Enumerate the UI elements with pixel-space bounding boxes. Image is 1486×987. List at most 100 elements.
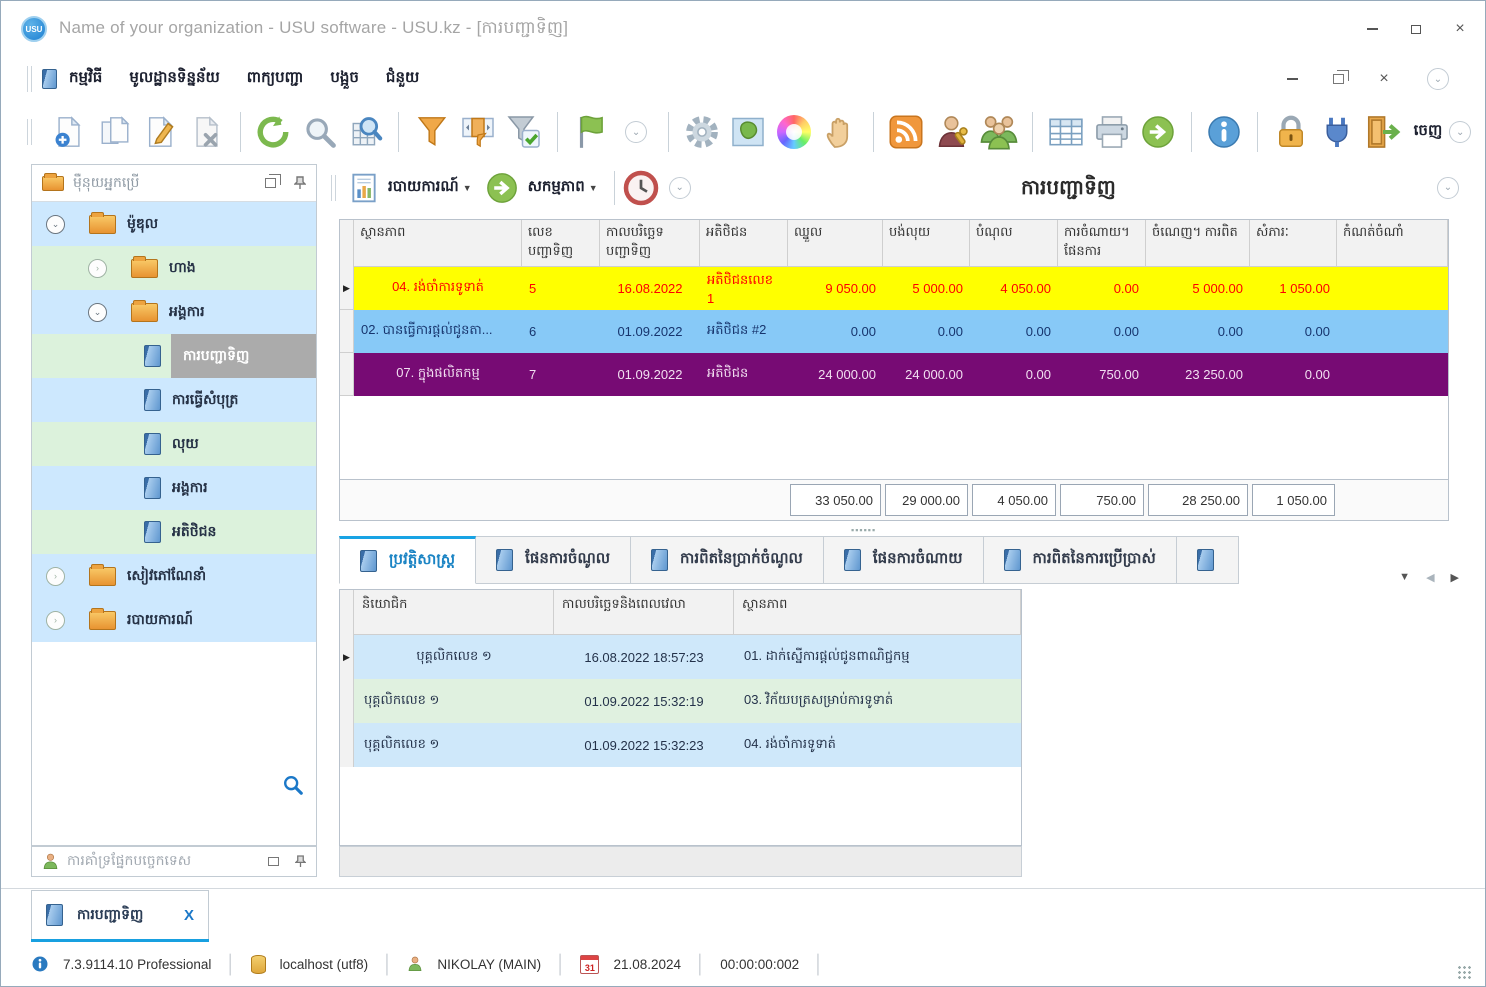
mdi-close-button[interactable]: × xyxy=(1373,70,1395,88)
expand-icon[interactable]: › xyxy=(46,566,65,586)
filter-icon[interactable] xyxy=(412,112,451,152)
report-icon[interactable] xyxy=(346,168,382,208)
pin-icon[interactable] xyxy=(295,855,306,868)
tab-income-actual[interactable]: ការពិតនៃប្រាក់ចំណូល xyxy=(631,536,824,584)
tree-item-organization[interactable]: អង្គការ xyxy=(32,466,316,510)
history-row-3[interactable]: បុគ្គលិកលេខ ១ 01.09.2022 15:32:23 04. រង… xyxy=(340,723,1021,767)
resize-grip[interactable] xyxy=(1457,965,1471,979)
lock-icon[interactable] xyxy=(1271,112,1310,152)
maximize-button[interactable] xyxy=(1405,20,1427,38)
column-header[interactable]: អតិថិជន xyxy=(700,220,788,267)
pin-icon[interactable] xyxy=(294,176,306,190)
column-header[interactable]: និយោជិក xyxy=(354,590,554,635)
panel-window-icon[interactable] xyxy=(268,857,279,866)
tab-list-dropdown[interactable]: ▼ xyxy=(1399,571,1410,583)
exit-label[interactable]: ចេញ xyxy=(1414,121,1443,143)
tree-item-orders[interactable]: ការបញ្ជាទិញ xyxy=(32,334,316,378)
reports-dropdown[interactable]: របាយការណ៍ xyxy=(388,177,459,199)
tree-item-directories[interactable]: › សៀវភៅណែនាំ xyxy=(32,554,316,598)
tree-item-organization-folder[interactable]: ⌄ អង្គការ xyxy=(32,290,316,334)
actions-forward-icon[interactable] xyxy=(482,168,522,208)
tab-income-plan[interactable]: ផែនការចំណូល xyxy=(476,536,632,584)
support-panel[interactable]: ការគាំទ្រផ្នែកបច្ចេកទេស xyxy=(31,846,317,877)
tab-expense-plan[interactable]: ផែនការចំណាយ xyxy=(823,536,984,584)
column-header[interactable]: កាលបរិច្ឆេទនិងពេលវេលា xyxy=(554,590,734,635)
column-header[interactable]: កំណត់ចំណាំ xyxy=(1337,220,1448,267)
tab-partial[interactable] xyxy=(1176,536,1239,584)
document-tab-orders[interactable]: ការបញ្ជាទិញ X xyxy=(31,890,209,939)
refresh-icon[interactable] xyxy=(254,112,293,152)
menu-window[interactable]: បង្អួច xyxy=(330,68,359,90)
column-header[interactable]: ឈ្នួល xyxy=(788,220,883,267)
tree-item-modules[interactable]: ⌄ ម៉ូឌុល xyxy=(32,202,316,246)
tree-search-icon[interactable] xyxy=(282,774,304,799)
column-header[interactable]: ចំណេញ។ ការពិត xyxy=(1146,220,1250,267)
tab-scroll-left[interactable]: ◀ xyxy=(1426,571,1434,584)
scrollbar-thumb[interactable]: ▪▪▪▪▪▪ xyxy=(851,525,876,535)
panel-restore-icon[interactable] xyxy=(265,174,281,188)
info-icon[interactable] xyxy=(1205,112,1244,152)
tab-scroll-right[interactable]: ▶ xyxy=(1451,571,1459,584)
column-header[interactable]: បំណុល xyxy=(970,220,1058,267)
column-header[interactable]: សំភារៈ xyxy=(1250,220,1337,267)
tab-usage-actual[interactable]: ការពិតនៃការប្រើប្រាស់ xyxy=(983,536,1177,584)
clock-icon[interactable] xyxy=(621,168,661,208)
toolbar-grip[interactable] xyxy=(27,119,32,145)
tree-item-money[interactable]: លុយ xyxy=(32,422,316,466)
column-header[interactable]: ការចំណាយ។ ផែនការ xyxy=(1058,220,1146,267)
mdi-minimize-button[interactable] xyxy=(1281,70,1303,88)
new-document-icon[interactable] xyxy=(49,112,88,152)
table-grid-icon[interactable] xyxy=(1046,112,1085,152)
delete-document-icon[interactable] xyxy=(188,112,227,152)
collapse-icon[interactable]: ⌄ xyxy=(46,214,65,234)
toolbar-overflow-button-right[interactable]: ⌄ xyxy=(1449,121,1471,143)
toolbar-grip[interactable] xyxy=(331,174,336,201)
close-button[interactable]: × xyxy=(1449,20,1471,38)
order-row-2[interactable]: 02. បានធ្វើការផ្តល់ជូនតា... 6 01.09.2022… xyxy=(340,310,1448,353)
history-row-2[interactable]: បុគ្គលិកលេខ ១ 01.09.2022 15:32:19 03. វិ… xyxy=(340,679,1021,723)
exit-door-icon[interactable] xyxy=(1363,112,1402,152)
export-forward-icon[interactable] xyxy=(1139,112,1178,152)
menu-help[interactable]: ជំនួយ xyxy=(386,68,419,90)
tree-item-customers[interactable]: អតិថិជន xyxy=(32,510,316,554)
tree-item-reports[interactable]: › របាយការណ៍ xyxy=(32,598,316,642)
plugin-icon[interactable] xyxy=(1317,112,1356,152)
tab-history[interactable]: ប្រវត្តិសាស្ត្រ xyxy=(339,536,477,584)
tree-item-invoicing[interactable]: ការធ្វើសំបុត្រ xyxy=(32,378,316,422)
color-wheel-icon[interactable] xyxy=(774,112,813,152)
document-tab-close-icon[interactable]: X xyxy=(184,907,194,924)
flag-icon[interactable] xyxy=(571,112,610,152)
expand-icon[interactable]: › xyxy=(88,258,107,278)
column-header[interactable]: លេខបញ្ជាទិញ xyxy=(522,220,600,267)
order-row-3[interactable]: 07. ក្នុងផលិតកម្ម 7 01.09.2022 អតិថិជន 2… xyxy=(340,353,1448,396)
user-access-icon[interactable] xyxy=(933,112,972,152)
edit-document-icon[interactable] xyxy=(141,112,180,152)
expand-icon[interactable]: › xyxy=(46,610,65,630)
advanced-search-icon[interactable] xyxy=(346,112,385,152)
map-icon[interactable] xyxy=(728,112,767,152)
content-toolbar-overflow-button[interactable]: ⌄ xyxy=(668,176,691,199)
tree-item-shop[interactable]: › ហាង xyxy=(32,246,316,290)
print-icon[interactable] xyxy=(1092,112,1131,152)
copy-document-icon[interactable] xyxy=(95,112,134,152)
settings-gear-icon[interactable] xyxy=(682,112,721,152)
drag-hand-icon[interactable] xyxy=(821,112,860,152)
mdi-restore-button[interactable] xyxy=(1327,70,1349,88)
column-header[interactable]: ស្ថានភាព xyxy=(734,590,1021,635)
menu-program[interactable]: កម្មវិធី xyxy=(69,68,102,90)
filter-apply-icon[interactable] xyxy=(505,112,544,152)
order-row-1[interactable]: ▶ 04. រង់ចាំការទូទាត់ 5 16.08.2022 អតិថិ… xyxy=(340,267,1448,310)
column-header[interactable]: ស្ថានភាព xyxy=(354,220,522,267)
actions-dropdown[interactable]: សកម្មភាព xyxy=(528,177,585,199)
employees-icon[interactable] xyxy=(979,112,1019,152)
column-header[interactable]: កាលបរិច្ឆេទបញ្ជាទិញ xyxy=(600,220,700,267)
toolbar-overflow-button[interactable]: ⌄ xyxy=(625,121,647,143)
toolbar-grip[interactable] xyxy=(27,66,32,92)
search-icon[interactable] xyxy=(300,112,339,152)
menu-database[interactable]: មូលដ្ឋានទិន្នន័យ xyxy=(129,68,219,90)
minimize-button[interactable] xyxy=(1361,20,1383,38)
news-feed-icon[interactable] xyxy=(887,112,926,152)
menubar-overflow-button[interactable]: ⌄ xyxy=(1427,68,1449,90)
filter-columns-icon[interactable] xyxy=(459,112,498,152)
collapse-icon[interactable]: ⌄ xyxy=(88,302,107,322)
